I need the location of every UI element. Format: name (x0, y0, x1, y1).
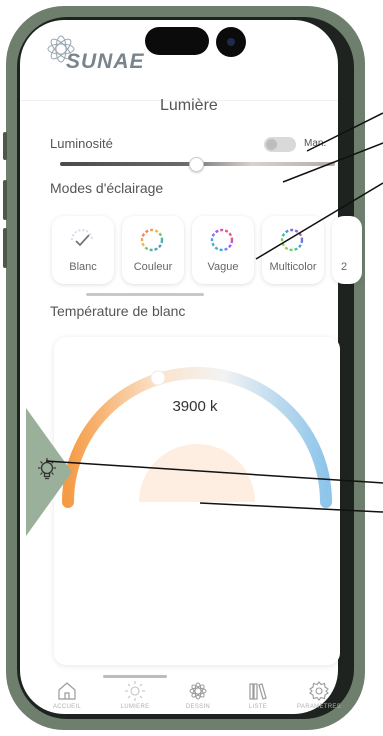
tab-lumiere[interactable]: LUMIERE (103, 680, 167, 710)
temperature-handle[interactable] (150, 370, 166, 386)
tab-label: DESSIN (185, 704, 211, 710)
tab-label: ACCUEIL (52, 704, 82, 710)
mode-label: Vague (207, 261, 239, 273)
temperature-value: 3900 k (172, 398, 218, 415)
check-icon (71, 229, 93, 247)
page-title: Lumière (160, 97, 218, 114)
mode-card-couleur[interactable]: Couleur (122, 216, 184, 284)
flower-icon (189, 682, 207, 700)
home-icon (58, 682, 76, 700)
brightness-label: Luminosité (50, 136, 113, 151)
lighting-modes-label: Modes d'éclairage (50, 180, 164, 196)
mode-label: 2 (340, 261, 348, 273)
color-ring-icon (210, 228, 234, 252)
books-icon (249, 683, 267, 700)
toggle-knob (266, 139, 277, 150)
mode-label: Multicolor (269, 261, 317, 273)
side-button (3, 180, 7, 220)
tab-label: LUMIERE (120, 704, 150, 710)
color-ring-icon (280, 228, 304, 252)
dynamic-island (145, 27, 209, 55)
manual-toggle-label: Man. (304, 138, 327, 149)
tab-label: LISTE (248, 704, 268, 710)
app-logo: SUNAE (66, 50, 145, 73)
mode-label: Couleur (133, 261, 173, 273)
mode-card-multicolor[interactable]: Multicolor (262, 216, 324, 284)
gear-icon (309, 681, 329, 701)
tab-dessin[interactable]: DESSIN (166, 680, 230, 710)
color-ring-icon (140, 228, 164, 252)
mode-card-vague[interactable]: Vague (192, 216, 254, 284)
tab-label: PARAMETRES (297, 704, 341, 710)
mode-card-blanc[interactable]: Blanc (52, 216, 114, 284)
sun-icon (125, 681, 145, 701)
mode-card-partial[interactable]: 2 (332, 216, 362, 284)
side-button (3, 228, 7, 268)
tab-parametres[interactable]: PARAMETRES (287, 680, 351, 710)
manual-toggle[interactable] (264, 137, 296, 152)
white-temperature-label: Température de blanc (50, 303, 186, 319)
brightness-slider-handle[interactable] (189, 157, 204, 172)
camera (216, 27, 246, 57)
tab-accueil[interactable]: ACCUEIL (35, 680, 99, 710)
lightbulb-icon (38, 458, 56, 480)
lamp-glow-shape (139, 444, 255, 502)
temperature-arc-dial[interactable] (54, 337, 340, 537)
lighting-modes-list: Blanc Couleur Vague Multicolor 2 (52, 216, 362, 286)
mode-label: Blanc (69, 261, 97, 273)
side-button (3, 132, 7, 160)
modes-scroll-indicator[interactable] (86, 293, 204, 296)
selected-tab-indicator (103, 675, 167, 678)
tab-liste[interactable]: LISTE (226, 680, 290, 710)
